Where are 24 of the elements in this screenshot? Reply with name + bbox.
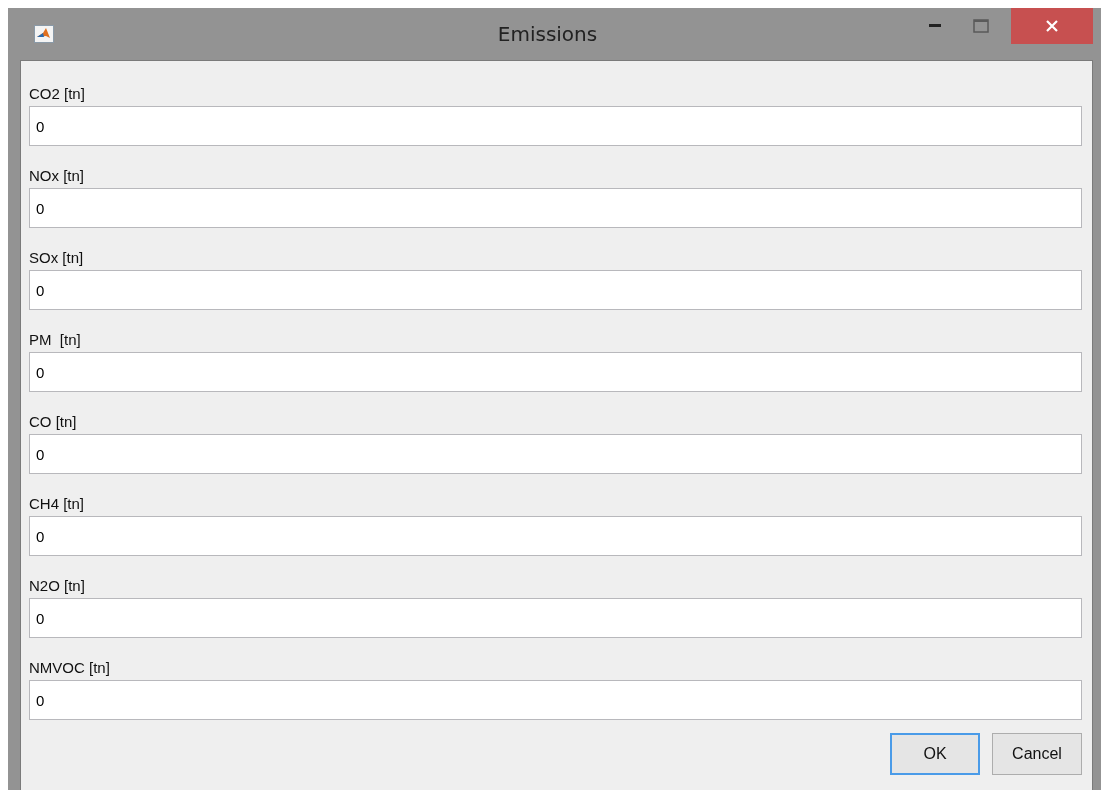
minimize-icon [929, 24, 941, 28]
input-field[interactable]: 0 [29, 352, 1082, 392]
window-title: Emissions [496, 22, 599, 46]
ok-button[interactable]: OK [890, 733, 980, 775]
input-field[interactable]: 0 [29, 188, 1082, 228]
input-field[interactable]: 0 [29, 680, 1082, 720]
field-label: PM [tn] [29, 331, 82, 348]
cancel-button[interactable]: Cancel [992, 733, 1082, 775]
field-label: CO [tn] [29, 413, 78, 430]
close-icon [1046, 20, 1058, 32]
field-label: NMVOC [tn] [29, 659, 111, 676]
input-field[interactable]: 0 [29, 598, 1082, 638]
field-label: CO2 [tn] [29, 85, 86, 102]
app-icon [34, 25, 54, 43]
field-label: SOx [tn] [29, 249, 85, 266]
input-field[interactable]: 0 [29, 106, 1082, 146]
field-label: CH4 [tn] [29, 495, 86, 512]
maximize-icon [973, 19, 989, 33]
field-label: N2O [tn] [29, 577, 86, 594]
input-field[interactable]: 0 [29, 434, 1082, 474]
input-field[interactable]: 0 [29, 270, 1082, 310]
input-field[interactable]: 0 [29, 516, 1082, 556]
close-button[interactable] [1011, 8, 1093, 44]
field-label: NOx [tn] [29, 167, 85, 184]
